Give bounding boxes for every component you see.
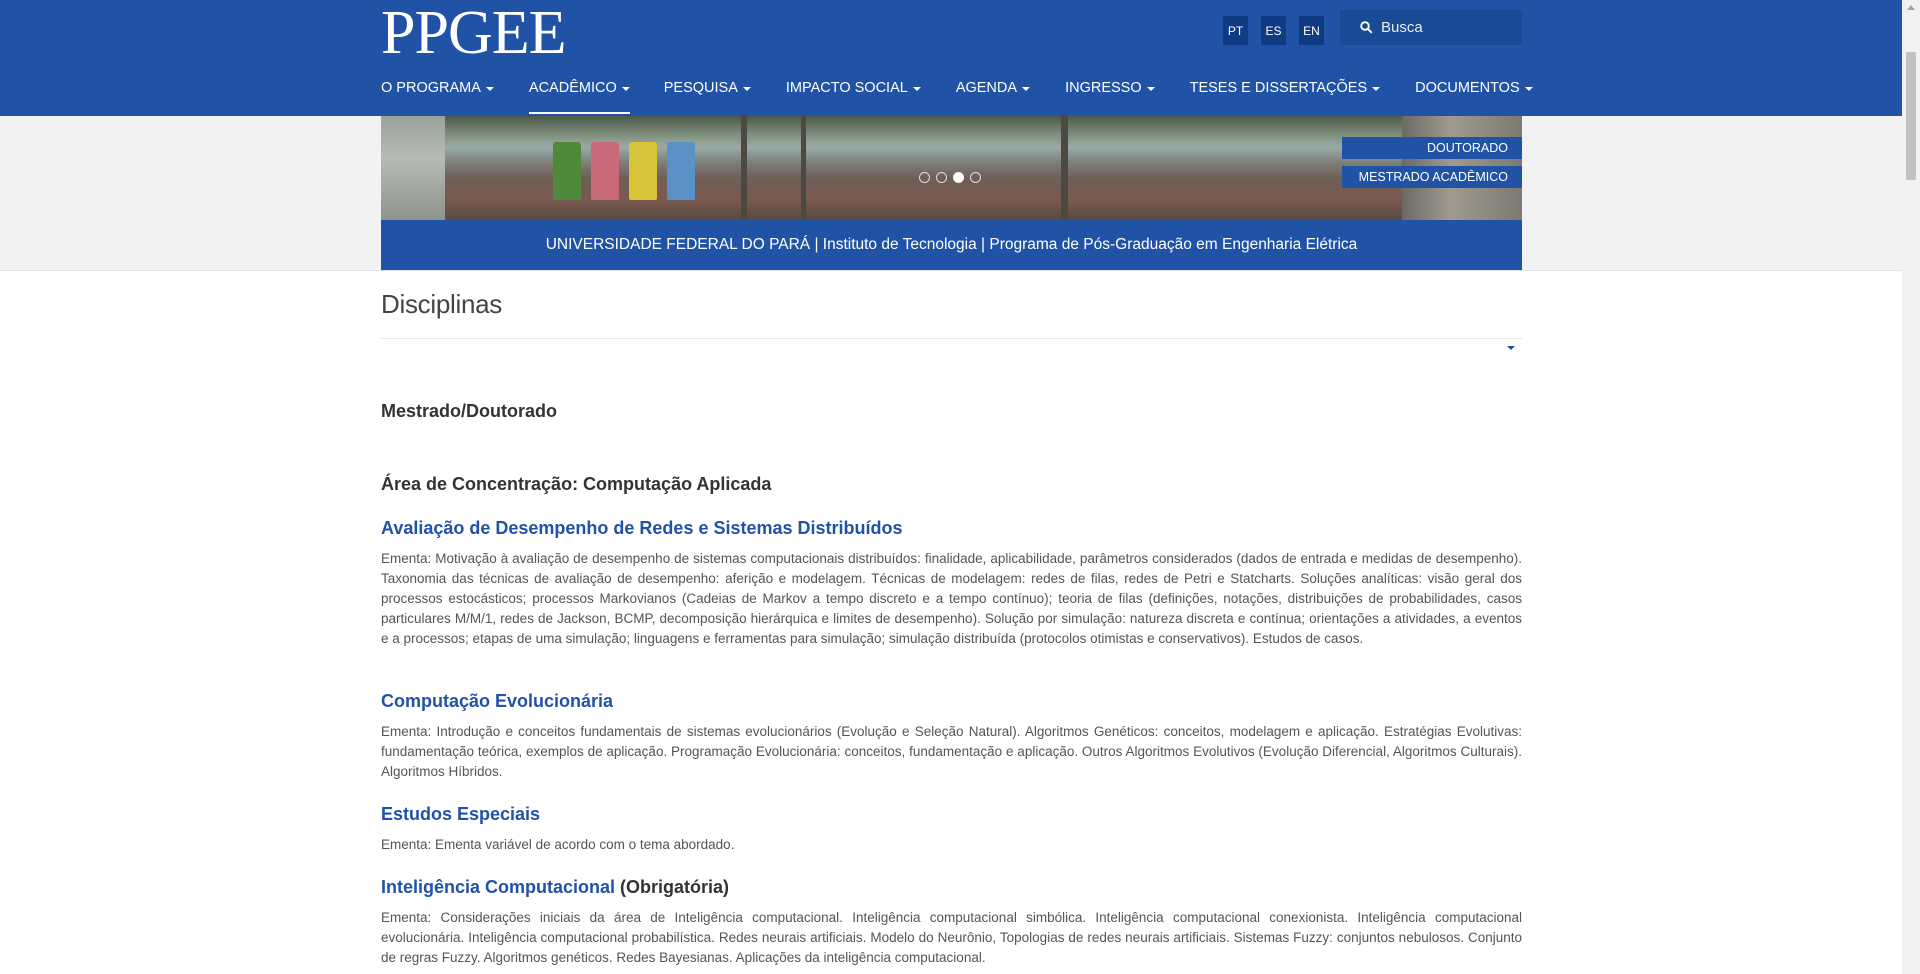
caret-down-icon xyxy=(1146,87,1155,91)
level-heading: Mestrado/Doutorado xyxy=(381,401,558,421)
recycling-bin-blue xyxy=(667,142,695,200)
main-nav: O PROGRAMA ACADÊMICO PESQUISA IMPACTO SO… xyxy=(381,70,1533,116)
search-box[interactable] xyxy=(1340,10,1522,45)
course-item: Inteligência Computacional (Obrigatória)… xyxy=(381,876,1522,968)
nav-agenda[interactable]: AGENDA xyxy=(956,70,1031,116)
course-title-link[interactable]: Avaliação de Desempenho de Redes e Siste… xyxy=(381,517,1522,539)
carousel-indicators xyxy=(919,172,981,183)
carousel-dot-4[interactable] xyxy=(970,172,981,183)
course-item: Computação Evolucionária Ementa: Introdu… xyxy=(381,690,1522,782)
page-scrollbar[interactable] xyxy=(1902,0,1920,974)
search-icon xyxy=(1360,21,1373,34)
caret-down-icon xyxy=(1524,87,1533,91)
banner-photo-river xyxy=(381,116,445,220)
course-item: Avaliação de Desempenho de Redes e Siste… xyxy=(381,517,1522,649)
nav-academico[interactable]: ACADÊMICO xyxy=(528,70,630,116)
course-ementa: Ementa: Motivação à avaliação de desempe… xyxy=(381,551,1522,646)
area-heading: Área de Concentração: Computação Aplicad… xyxy=(381,474,772,494)
carousel-dot-2[interactable] xyxy=(936,172,947,183)
site-logo[interactable]: PPGEE xyxy=(381,2,566,64)
course-title-link[interactable]: Computação Evolucionária xyxy=(381,690,1522,712)
recycling-bin-red xyxy=(591,142,619,200)
course-ementa: Ementa: Considerações iniciais da área d… xyxy=(381,910,1522,965)
caret-down-icon xyxy=(621,87,630,91)
nav-impacto-social[interactable]: IMPACTO SOCIAL xyxy=(786,70,921,116)
caret-down-icon xyxy=(485,87,494,91)
lang-pt-button[interactable]: PT xyxy=(1223,16,1248,45)
course-ementa: Ementa: Ementa variável de acordo com o … xyxy=(381,837,735,852)
recycling-bin-green xyxy=(553,142,581,200)
carousel-dot-3[interactable] xyxy=(953,172,964,183)
nav-documentos[interactable]: DOCUMENTOS xyxy=(1415,70,1533,116)
search-input[interactable] xyxy=(1379,18,1513,37)
course-title-link[interactable]: Estudos Especiais xyxy=(381,803,1522,825)
institution-bar: UNIVERSIDADE FEDERAL DO PARÁ | Instituto… xyxy=(381,220,1522,270)
palm-trunk xyxy=(801,116,806,220)
nav-ingresso[interactable]: INGRESSO xyxy=(1065,70,1155,116)
caret-down-icon xyxy=(912,87,921,91)
banner-link-mestrado-academico[interactable]: MESTRADO ACADÊMICO xyxy=(1342,166,1522,188)
palm-trunk xyxy=(1061,116,1068,220)
scrollbar-thumb[interactable] xyxy=(1906,52,1916,180)
course-item: Estudos Especiais Ementa: Ementa variáve… xyxy=(381,803,1522,855)
institution-line: UNIVERSIDADE FEDERAL DO PARÁ | Instituto… xyxy=(545,236,1358,253)
nav-pesquisa[interactable]: PESQUISA xyxy=(664,70,751,116)
carousel-dot-1[interactable] xyxy=(919,172,930,183)
page-title: Disciplinas xyxy=(381,289,502,319)
banner-link-doutorado[interactable]: DOUTORADO xyxy=(1342,137,1522,159)
recycling-bin-yellow xyxy=(629,142,657,200)
course-title-link[interactable]: Inteligência Computacional (Obrigatória) xyxy=(381,876,1522,898)
nav-teses-dissertacoes[interactable]: TESES E DISSERTAÇÕES xyxy=(1190,70,1381,116)
caret-down-icon[interactable] xyxy=(1507,346,1515,350)
nav-o-programa[interactable]: O PROGRAMA xyxy=(381,70,494,116)
banner-carousel[interactable]: DOUTORADO MESTRADO ACADÊMICO xyxy=(381,116,1522,220)
caret-down-icon xyxy=(1372,87,1381,91)
course-ementa: Ementa: Introdução e conceitos fundament… xyxy=(381,724,1522,779)
lang-es-button[interactable]: ES xyxy=(1261,16,1286,45)
title-divider xyxy=(381,338,1522,339)
lang-en-button[interactable]: EN xyxy=(1299,16,1324,45)
scroll-up-arrow-icon[interactable] xyxy=(1907,5,1915,10)
palm-trunk xyxy=(741,116,747,220)
caret-down-icon xyxy=(742,87,751,91)
caret-down-icon xyxy=(1022,87,1031,91)
